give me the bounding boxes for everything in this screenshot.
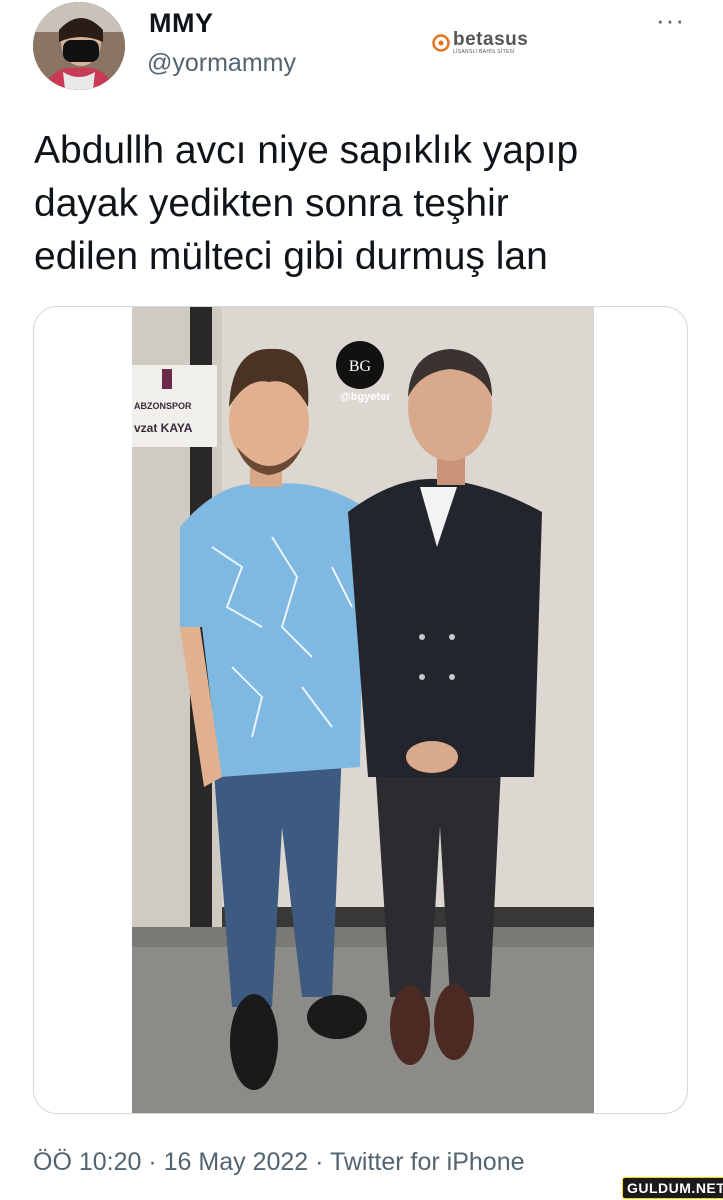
tweet-text: Abdullh avcı niye sapıklık yapıp dayak y… — [34, 129, 579, 278]
watermark-tagline: LİSANSLI BAHİS SİTESİ — [453, 49, 515, 55]
display-name[interactable]: MMY — [149, 8, 214, 39]
timestamp-separator: · — [315, 1148, 324, 1176]
site-watermark-badge: GULDUM.NET — [622, 1177, 723, 1199]
betasus-logo-icon — [432, 33, 450, 52]
watermark-brand: betasus — [453, 29, 529, 50]
tweet-photo[interactable]: BG @bgyeter ABZONSPOR vzat KAYA — [132, 307, 594, 1113]
tweet-date-link[interactable]: 16 May 2022 — [164, 1148, 309, 1176]
tweet-time-link[interactable]: ÖÖ 10:20 — [33, 1148, 141, 1176]
user-handle[interactable]: @yormammy — [147, 49, 296, 78]
photo-plaque-club: ABZONSPOR — [134, 401, 192, 411]
avatar[interactable] — [33, 2, 125, 90]
tweet-media-card[interactable]: BG @bgyeter ABZONSPOR vzat KAYA — [33, 306, 688, 1114]
photo-plaque-name: vzat KAYA — [134, 421, 193, 435]
timestamp-separator: · — [148, 1148, 157, 1176]
photo-logo-text: BG — [349, 358, 372, 375]
more-horizontal-icon[interactable]: ··· — [656, 7, 692, 33]
betasus-watermark-logo: betasus LİSANSLI BAHİS SİTESİ — [432, 30, 528, 55]
tweet-timestamp: ÖÖ 10:20 · 16 May 2022 · Twitter for iPh… — [33, 1148, 525, 1177]
photo-watermark-caption: @bgyeter — [340, 391, 391, 403]
tweet-source-link[interactable]: Twitter for iPhone — [330, 1148, 525, 1176]
